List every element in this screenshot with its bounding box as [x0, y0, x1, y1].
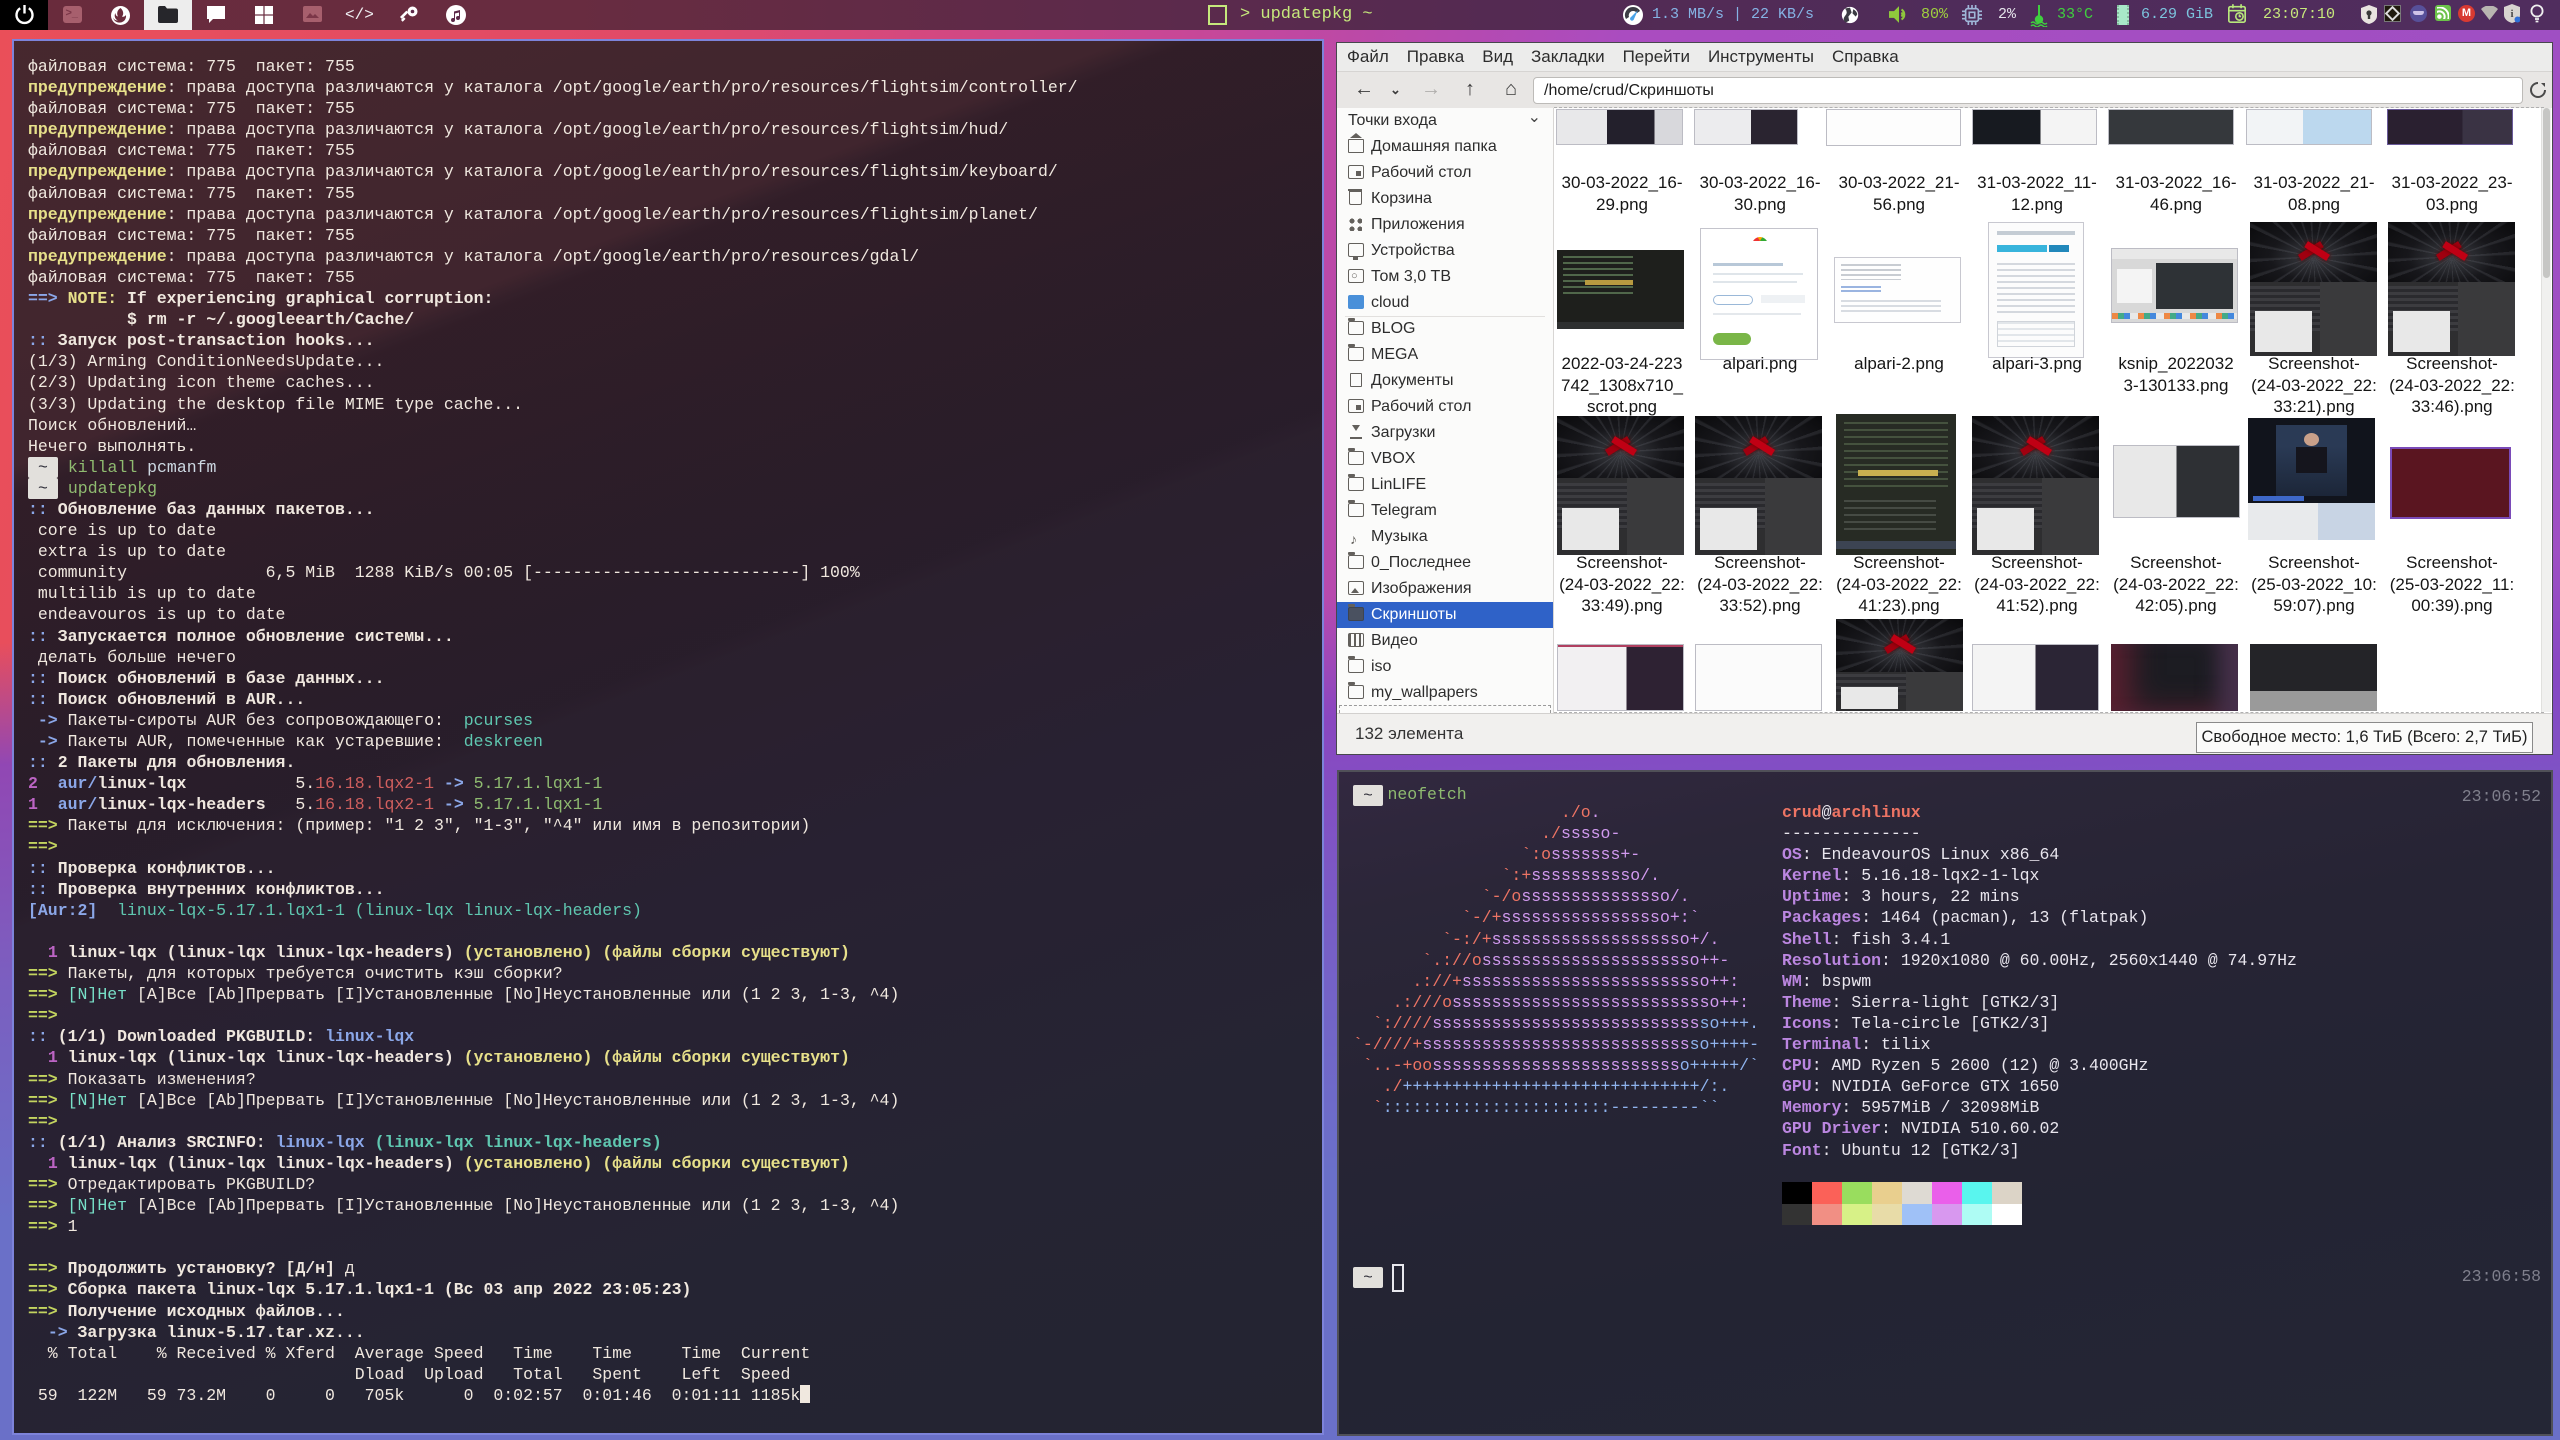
- svg-text:i: i: [2510, 8, 2513, 20]
